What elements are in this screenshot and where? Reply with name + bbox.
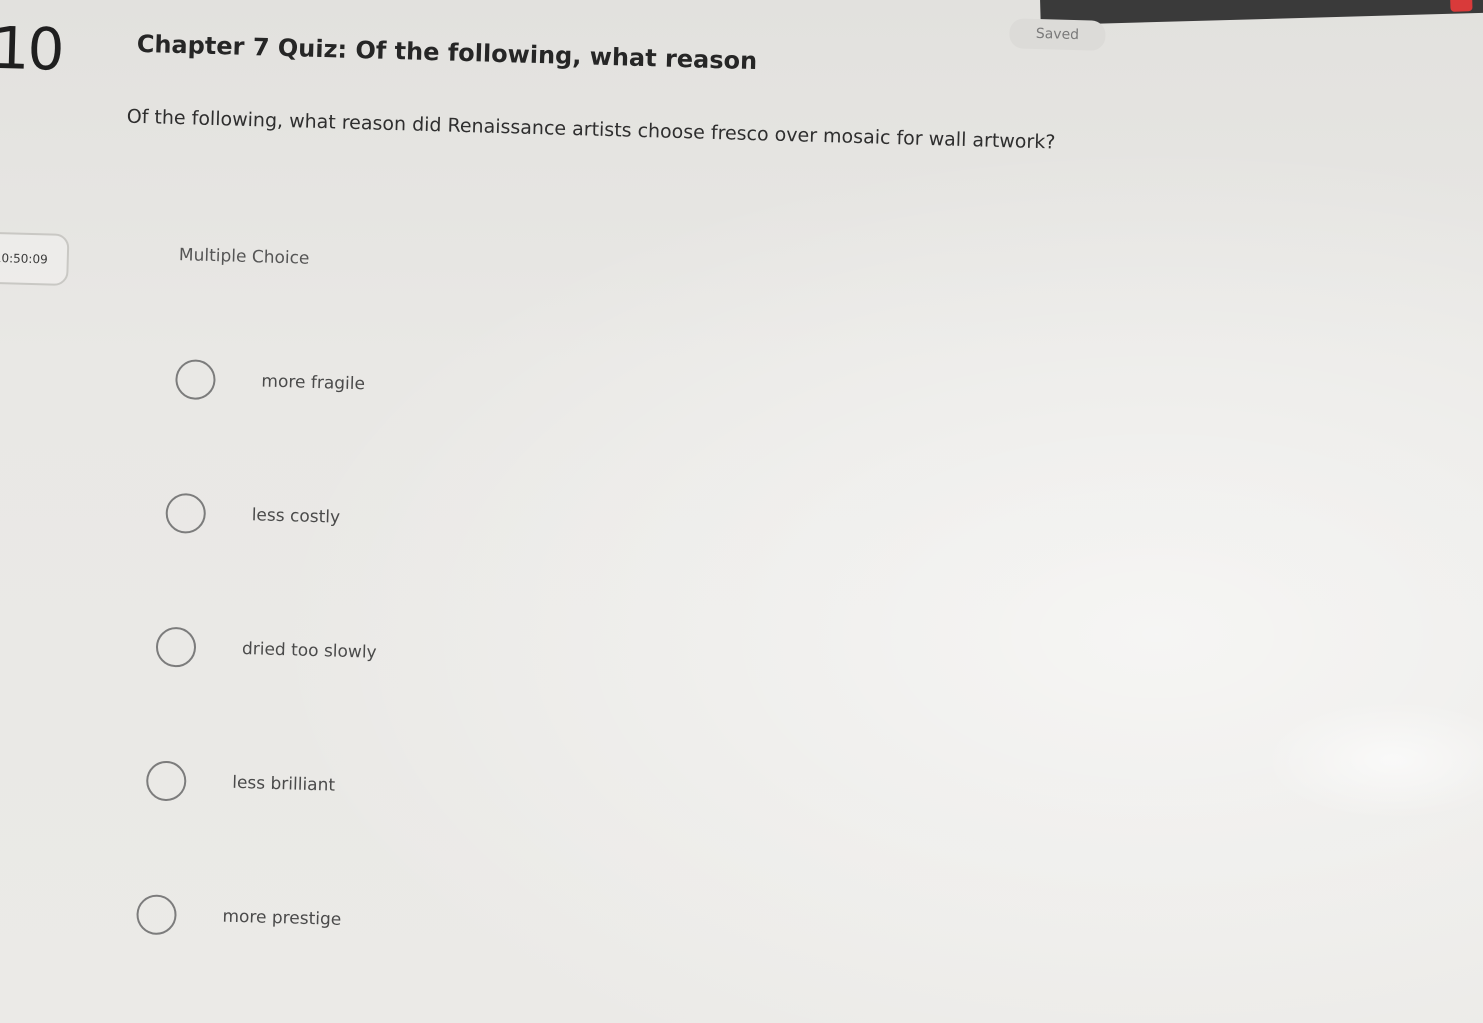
answer-option[interactable]: dried too slowly xyxy=(155,626,377,673)
answer-option[interactable]: more fragile xyxy=(174,359,366,404)
quiz-content: 10 Saved Chapter 7 Quiz: Of the followin… xyxy=(0,0,1482,1023)
radio-button[interactable] xyxy=(165,492,207,534)
answer-option-label: more fragile xyxy=(261,371,366,395)
quiz-page: 10 Saved Chapter 7 Quiz: Of the followin… xyxy=(0,0,1483,1023)
question-number: 10 xyxy=(0,13,64,84)
quiz-title: Chapter 7 Quiz: Of the following, what r… xyxy=(136,29,758,76)
youtube-icon[interactable] xyxy=(1450,0,1473,12)
answer-option[interactable]: less brilliant xyxy=(145,760,336,805)
answer-option-label: more prestige xyxy=(222,906,342,930)
question-text: Of the following, what reason did Renais… xyxy=(126,105,1056,154)
answer-option-label: less costly xyxy=(251,505,341,528)
timer-badge: 10:50:09 xyxy=(0,231,70,287)
radio-button[interactable] xyxy=(174,359,217,401)
answer-option[interactable]: less costly xyxy=(165,492,341,538)
radio-button[interactable] xyxy=(135,894,178,936)
answer-option[interactable]: more prestige xyxy=(135,894,342,940)
answer-option-label: dried too slowly xyxy=(241,639,377,663)
radio-button[interactable] xyxy=(155,626,197,668)
top-bar xyxy=(1039,0,1483,26)
radio-button[interactable] xyxy=(145,760,187,802)
question-type-label: Multiple Choice xyxy=(178,245,310,269)
answer-option-label: less brilliant xyxy=(231,772,336,796)
saved-status-badge: Saved xyxy=(1009,18,1106,51)
